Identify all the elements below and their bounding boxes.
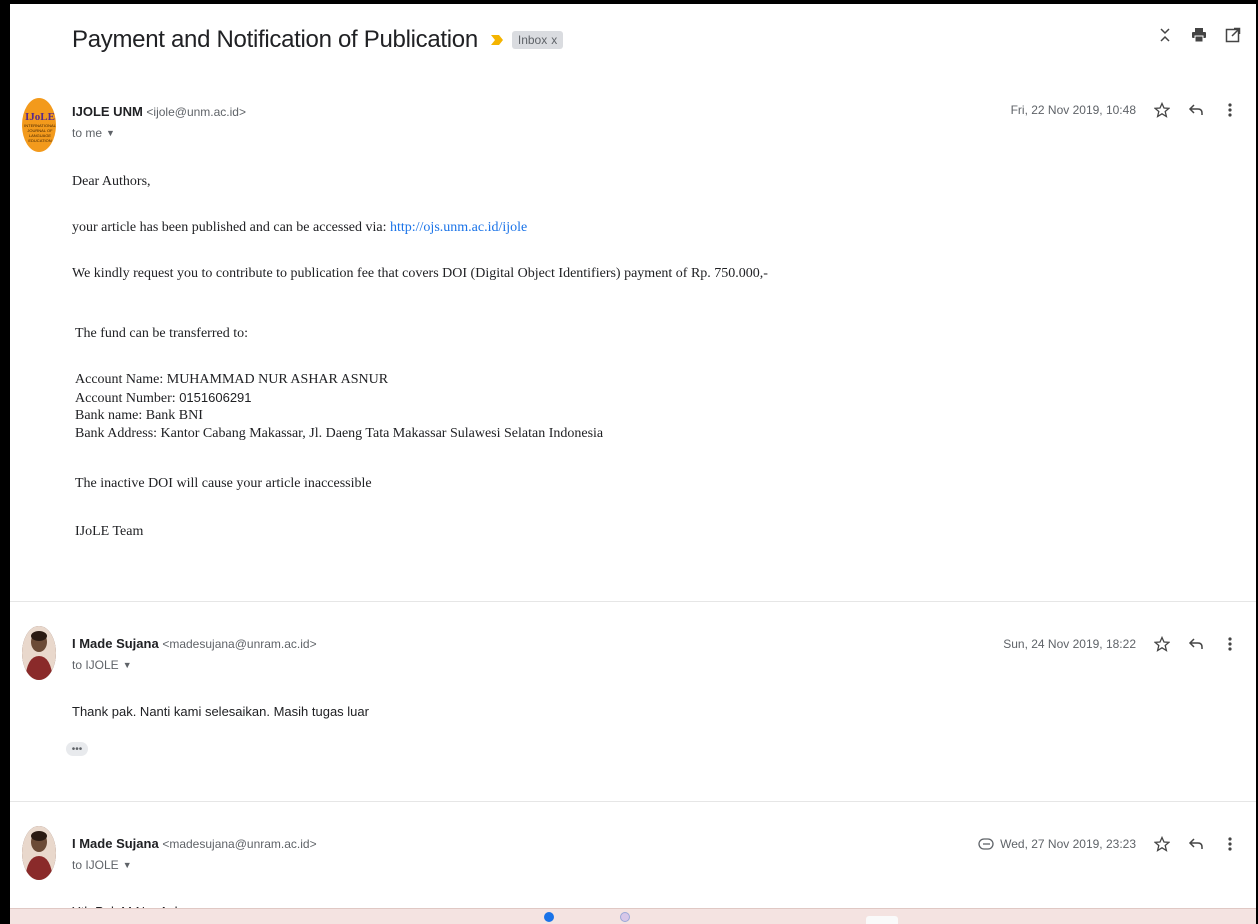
- message-date-group: Wed, 27 Nov 2019, 23:23: [978, 837, 1136, 851]
- recipient-text: to me: [72, 126, 103, 140]
- message-meta: Wed, 27 Nov 2019, 23:23: [978, 836, 1238, 852]
- collapse-all-icon[interactable]: [1156, 26, 1174, 44]
- signature: IJoLE Team: [75, 524, 144, 539]
- sender-avatar[interactable]: [22, 626, 56, 680]
- importance-marker-icon[interactable]: [490, 33, 504, 47]
- sender-line: I Made Sujana <madesujana@unram.ac.id>: [72, 836, 317, 851]
- reply-icon[interactable]: [1188, 636, 1204, 652]
- message-2: I Made Sujana <madesujana@unram.ac.id> t…: [22, 626, 1248, 796]
- account-number-value: 0151606291: [179, 390, 252, 405]
- reply-icon[interactable]: [1188, 102, 1204, 118]
- message-1: IJoLE INTERNATIONAL JOURNAL OF LANGUAGE …: [22, 96, 1248, 596]
- thread-toolbar: [1156, 26, 1242, 44]
- recipient-text: to IJOLE: [72, 858, 119, 872]
- star-icon[interactable]: [1154, 102, 1170, 118]
- sender-name[interactable]: IJOLE UNM: [72, 104, 143, 119]
- doi-warning: The inactive DOI will cause your article…: [75, 476, 372, 491]
- account-name: Account Name: MUHAMMAD NUR ASHAR ASNUR: [75, 372, 389, 387]
- avatar-logo-subtext: INTERNATIONAL JOURNAL OF LANGUAGE EDUCAT…: [24, 123, 56, 143]
- thread-header: Payment and Notification of Publication …: [72, 22, 564, 58]
- inbox-label-text: Inbox: [517, 33, 548, 47]
- sender-email: <madesujana@unram.ac.id>: [162, 837, 317, 851]
- recipient-dropdown[interactable]: to IJOLE ▼: [72, 858, 132, 872]
- sender-name[interactable]: I Made Sujana: [72, 636, 159, 651]
- more-options-icon[interactable]: [1222, 102, 1238, 118]
- recipient-dropdown[interactable]: to IJOLE ▼: [72, 658, 132, 672]
- print-icon[interactable]: [1190, 26, 1208, 44]
- taskbar-app-icon[interactable]: [544, 912, 554, 922]
- star-icon[interactable]: [1154, 636, 1170, 652]
- taskbar-app-icon[interactable]: [620, 912, 630, 922]
- reply-icon[interactable]: [1188, 836, 1204, 852]
- thread-subject: Payment and Notification of Publication: [72, 26, 478, 53]
- show-trimmed-content-button[interactable]: •••: [66, 742, 88, 756]
- message-meta: Sun, 24 Nov 2019, 18:22: [1003, 636, 1238, 652]
- window-frame-top: [0, 0, 1258, 4]
- sender-line: IJOLE UNM <ijole@unm.ac.id>: [72, 104, 246, 119]
- taskbar-window-tab[interactable]: [866, 916, 898, 924]
- star-icon[interactable]: [1154, 836, 1170, 852]
- chevron-down-icon: ▼: [122, 660, 132, 670]
- window-frame-left: [0, 0, 10, 924]
- published-line: your article has been published and can …: [72, 220, 527, 236]
- sender-email: <madesujana@unram.ac.id>: [162, 637, 317, 651]
- message-divider: [10, 601, 1256, 602]
- account-number: Account Number: 0151606291: [75, 390, 252, 407]
- chevron-down-icon: ▼: [122, 860, 132, 870]
- published-text: your article has been published and can …: [72, 220, 390, 235]
- greeting: Dear Authors,: [72, 174, 151, 189]
- open-in-new-window-icon[interactable]: [1224, 26, 1242, 44]
- bank-name: Bank name: Bank BNI: [75, 408, 203, 423]
- message-date: Fri, 22 Nov 2019, 10:48: [1010, 103, 1136, 117]
- article-link[interactable]: http://ojs.unm.ac.id/ijole: [390, 220, 527, 235]
- message-meta: Fri, 22 Nov 2019, 10:48: [1011, 102, 1238, 118]
- bottom-overlay-bar: [10, 908, 1256, 924]
- remove-label-button[interactable]: x: [551, 33, 557, 47]
- bank-address: Bank Address: Kantor Cabang Makassar, Jl…: [75, 426, 604, 441]
- fee-request: We kindly request you to contribute to p…: [72, 266, 768, 281]
- account-number-label: Account Number:: [75, 391, 180, 406]
- message-date: Sun, 24 Nov 2019, 18:22: [1003, 637, 1136, 651]
- transfer-intro: The fund can be transferred to:: [75, 326, 248, 341]
- reply-text: Thank pak. Nanti kami selesaikan. Masih …: [72, 704, 369, 719]
- sender-email: <ijole@unm.ac.id>: [146, 105, 246, 119]
- inbox-label-chip: Inbox x: [511, 31, 564, 49]
- chevron-down-icon: ▼: [106, 128, 115, 138]
- more-options-icon[interactable]: [1222, 836, 1238, 852]
- recipient-text: to IJOLE: [72, 658, 119, 672]
- avatar-logo-text: IJoLE: [25, 111, 55, 123]
- more-options-icon[interactable]: [1222, 636, 1238, 652]
- sender-line: I Made Sujana <madesujana@unram.ac.id>: [72, 636, 317, 651]
- message-divider: [10, 801, 1256, 802]
- message-date: Wed, 27 Nov 2019, 23:23: [1000, 837, 1136, 851]
- recipient-dropdown[interactable]: to me ▼: [72, 126, 115, 140]
- sender-name[interactable]: I Made Sujana: [72, 836, 159, 851]
- sender-avatar[interactable]: IJoLE INTERNATIONAL JOURNAL OF LANGUAGE …: [22, 98, 56, 152]
- attachment-icon: [978, 838, 994, 850]
- sender-avatar[interactable]: [22, 826, 56, 880]
